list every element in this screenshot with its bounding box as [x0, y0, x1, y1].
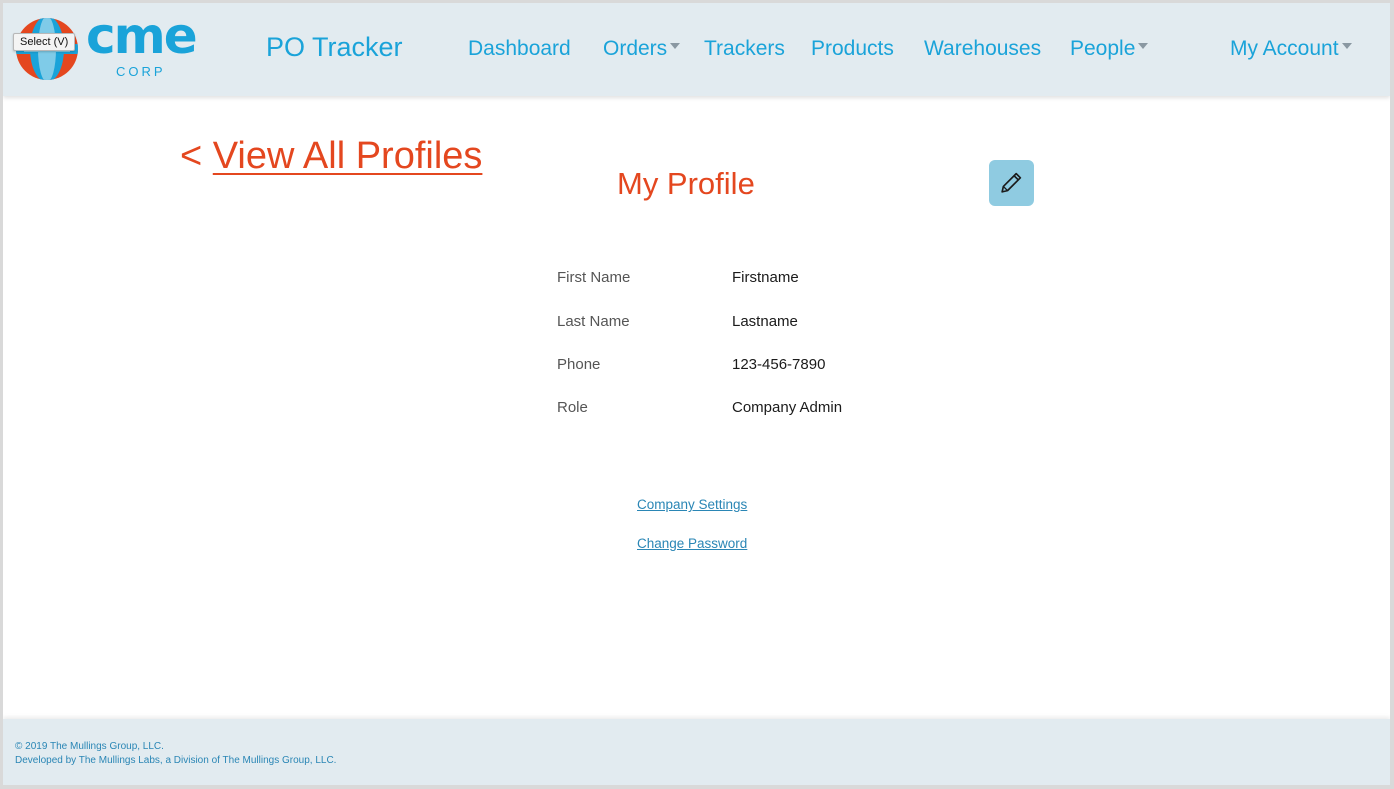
role-label: Role: [557, 399, 588, 416]
nav-orders[interactable]: Orders: [603, 37, 681, 61]
company-settings-link[interactable]: Company Settings: [637, 497, 747, 512]
logo-subtext: CORP: [116, 64, 166, 79]
app-title[interactable]: PO Tracker: [266, 32, 403, 63]
nav-dashboard-label: Dashboard: [468, 37, 571, 60]
browser-window: cme CORP Select (V) PO Tracker Dashboard…: [3, 3, 1390, 785]
nav-products[interactable]: Products: [811, 37, 894, 61]
nav-products-label: Products: [811, 37, 894, 60]
phone-value: 123-456-7890: [732, 356, 826, 373]
back-arrow: <: [180, 135, 203, 177]
phone-label: Phone: [557, 356, 601, 373]
edit-profile-button[interactable]: [989, 160, 1034, 206]
page-title: My Profile: [617, 166, 755, 201]
first-name-label: First Name: [557, 269, 631, 286]
nav-warehouses[interactable]: Warehouses: [924, 37, 1041, 61]
nav-trackers-label: Trackers: [704, 37, 785, 60]
nav-people[interactable]: People: [1070, 37, 1149, 61]
tool-tooltip: Select (V): [13, 33, 76, 51]
view-all-profiles-label: View All Profiles: [212, 135, 483, 177]
pencil-icon: [1001, 172, 1022, 193]
last-name-value: Lastname: [732, 313, 798, 330]
change-password-link[interactable]: Change Password: [637, 536, 747, 551]
nav-trackers[interactable]: Trackers: [704, 37, 785, 61]
chevron-down-icon: [1341, 43, 1352, 50]
chevron-down-icon: [1138, 43, 1149, 50]
nav-my-account-label: My Account: [1230, 37, 1339, 60]
top-header: cme CORP Select (V) PO Tracker Dashboard…: [3, 3, 1390, 96]
chevron-down-icon: [670, 43, 681, 50]
logo-wordmark: cme: [86, 7, 198, 65]
first-name-value: Firstname: [732, 269, 799, 286]
nav-people-label: People: [1070, 37, 1136, 60]
footer-copyright: © 2019 The Mullings Group, LLC.: [15, 741, 164, 752]
role-value: Company Admin: [732, 399, 843, 416]
nav-warehouses-label: Warehouses: [924, 37, 1042, 60]
footer-developed-by: Developed by The Mullings Labs, a Divisi…: [15, 755, 337, 766]
nav-orders-label: Orders: [603, 37, 668, 60]
page-footer: © 2019 The Mullings Group, LLC. Develope…: [3, 719, 1390, 785]
nav-dashboard[interactable]: Dashboard: [468, 37, 571, 61]
view-all-profiles-link[interactable]: < View All Profiles: [180, 135, 482, 178]
last-name-label: Last Name: [557, 313, 630, 330]
nav-my-account[interactable]: My Account: [1230, 37, 1352, 61]
